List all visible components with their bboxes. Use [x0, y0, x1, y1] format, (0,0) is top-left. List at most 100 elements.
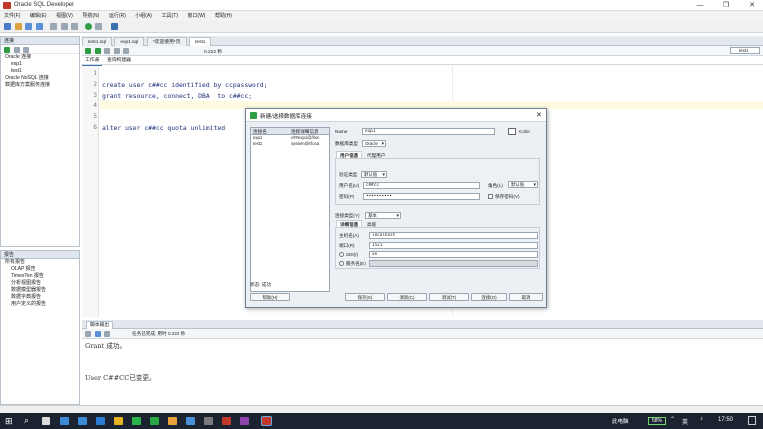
- close-button[interactable]: ✕: [742, 1, 762, 10]
- open-icon[interactable]: [14, 23, 22, 30]
- menu-view[interactable]: 视图(V): [52, 11, 77, 21]
- tab-welcome[interactable]: *欢迎使用*页: [146, 37, 187, 46]
- app-icon[interactable]: [168, 417, 177, 425]
- subtab-worksheet[interactable]: 工作表: [82, 57, 103, 66]
- tree-nosql-connections[interactable]: Oracle NoSQL 连接: [1, 75, 79, 82]
- sid-radio[interactable]: SID(I): [339, 252, 358, 258]
- tree-oracle-connections[interactable]: Oracle 连接: [1, 54, 79, 61]
- role-select[interactable]: 默认值: [508, 181, 538, 188]
- windows-start-icon[interactable]: ⊞: [5, 416, 15, 426]
- clear-output-icon[interactable]: [104, 331, 111, 337]
- dialog-close-icon[interactable]: ✕: [536, 111, 542, 119]
- connection-type-select[interactable]: 基本: [365, 212, 401, 219]
- help-button[interactable]: 帮助(H): [250, 293, 290, 301]
- report-analytic-view[interactable]: 分析视图报告: [1, 280, 79, 287]
- run-icon[interactable]: [84, 23, 92, 30]
- refresh-icon[interactable]: [13, 47, 20, 53]
- tab-test1-sql[interactable]: test1.sql: [82, 37, 112, 46]
- tray-label[interactable]: 此电脑: [612, 417, 629, 425]
- test-button[interactable]: 测试(T): [429, 293, 469, 301]
- report-all[interactable]: 所有报告: [1, 259, 79, 266]
- search-icon[interactable]: ⌕: [24, 415, 29, 426]
- network-icon[interactable]: ⌃: [670, 416, 675, 423]
- tree-cloud-connections[interactable]: 数据库方案服务连接: [1, 82, 79, 89]
- menu-window[interactable]: 窗口(W): [183, 11, 209, 21]
- sql-developer-task-icon[interactable]: [261, 416, 272, 426]
- col-conn-details[interactable]: 连接详细信息: [289, 128, 329, 134]
- output-save-icon[interactable]: [94, 331, 101, 337]
- menu-edit[interactable]: 编辑(E): [26, 11, 51, 21]
- new-icon[interactable]: [4, 23, 11, 30]
- username-input[interactable]: c##cc: [363, 182, 480, 189]
- tree-connection-exp1[interactable]: exp1: [1, 61, 79, 68]
- report-olap[interactable]: OLAP 报告: [1, 266, 79, 273]
- add-connection-icon[interactable]: [4, 47, 10, 53]
- cancel-button[interactable]: 取消: [509, 293, 543, 301]
- service-name-input[interactable]: [369, 260, 538, 267]
- rollback-icon[interactable]: [113, 48, 120, 54]
- menu-navigate[interactable]: 导航(N): [78, 11, 103, 21]
- save-button[interactable]: 保存(S): [345, 293, 385, 301]
- connection-select[interactable]: test1: [730, 47, 760, 54]
- save-icon[interactable]: [25, 23, 33, 30]
- tree-connection-test1[interactable]: test1: [1, 68, 79, 75]
- task-view-icon[interactable]: [42, 417, 50, 425]
- pdf-icon[interactable]: [222, 417, 231, 425]
- connect-button[interactable]: 连接(O): [471, 293, 507, 301]
- forward-icon[interactable]: [95, 23, 103, 30]
- menu-tools[interactable]: 工具(T): [158, 11, 182, 21]
- back-icon[interactable]: [71, 23, 79, 30]
- code-line[interactable]: grant resource, connect, DBA to c##cc;: [102, 92, 252, 100]
- app-icon[interactable]: [204, 417, 213, 425]
- db-type-select[interactable]: Oracle: [362, 140, 386, 147]
- ime-indicator[interactable]: 英: [682, 417, 688, 426]
- filter-icon[interactable]: [23, 47, 30, 53]
- save-all-icon[interactable]: [35, 23, 43, 30]
- password-input[interactable]: ••••••••••: [363, 193, 480, 200]
- code-line[interactable]: alter user c##cc quota unlimited: [102, 124, 225, 132]
- name-input[interactable]: exp1: [362, 128, 495, 135]
- tab-test1[interactable]: test1: [189, 37, 212, 46]
- table-row[interactable]: test1 system@//loca: [251, 141, 329, 147]
- save-password-checkbox[interactable]: 保存密码(V): [488, 194, 520, 200]
- code-line[interactable]: create user c##cc identified by ccpasswo…: [102, 81, 267, 89]
- menu-help[interactable]: 帮助(H): [211, 11, 236, 21]
- color-swatch[interactable]: [508, 128, 516, 135]
- port-input[interactable]: 1521: [369, 242, 538, 249]
- commit-icon[interactable]: [104, 48, 111, 54]
- run-statement-icon[interactable]: [85, 48, 91, 54]
- pin-icon[interactable]: [85, 331, 91, 337]
- restore-button[interactable]: ❐: [716, 1, 736, 10]
- chrome-icon[interactable]: [150, 417, 159, 425]
- qq-icon[interactable]: [186, 417, 195, 425]
- minimize-button[interactable]: —: [690, 1, 710, 10]
- app-icon[interactable]: [240, 417, 249, 425]
- redo-icon[interactable]: [60, 23, 68, 30]
- wechat-icon[interactable]: [132, 417, 141, 425]
- tab-exp1-sql[interactable]: exp1.sql: [114, 37, 145, 46]
- sql-worksheet-icon[interactable]: [110, 23, 118, 30]
- col-conn-name[interactable]: 连接名: [251, 128, 289, 134]
- run-script-icon[interactable]: [94, 48, 101, 54]
- notification-icon[interactable]: [748, 416, 756, 425]
- battery-indicator[interactable]: 58%: [648, 417, 666, 425]
- explorer-icon[interactable]: [114, 417, 123, 425]
- menu-file[interactable]: 文件(F): [0, 11, 24, 21]
- report-user-defined[interactable]: 用户定义的报告: [1, 301, 79, 308]
- auth-type-select[interactable]: 默认值: [361, 171, 387, 178]
- service-name-radio[interactable]: 服务名(E): [339, 261, 366, 267]
- report-data-dictionary[interactable]: 数据字典报告: [1, 294, 79, 301]
- menu-team[interactable]: 小组(A): [131, 11, 156, 21]
- edge-icon[interactable]: [60, 417, 69, 425]
- explain-plan-icon[interactable]: [123, 48, 130, 54]
- report-data-modeler[interactable]: 数据模型器报告: [1, 287, 79, 294]
- browser-icon[interactable]: [78, 417, 87, 425]
- sid-input[interactable]: xe: [369, 251, 538, 258]
- clock[interactable]: 17:50: [718, 417, 733, 423]
- report-timesten[interactable]: TimesTen 报告: [1, 273, 79, 280]
- word-icon[interactable]: [96, 417, 105, 425]
- menu-run[interactable]: 运行(R): [105, 11, 130, 21]
- volume-icon[interactable]: ♪: [700, 416, 703, 422]
- subtab-query-builder[interactable]: 查询构建器: [104, 57, 134, 65]
- undo-icon[interactable]: [50, 23, 58, 30]
